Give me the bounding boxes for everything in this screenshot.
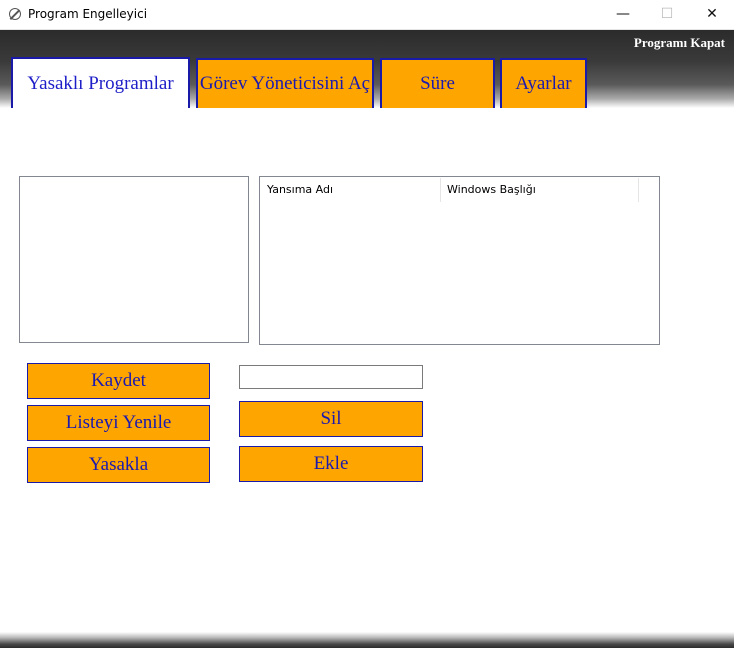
maximize-button[interactable]: ☐ (644, 0, 690, 29)
delete-button[interactable]: Sil (239, 401, 423, 437)
tab-open-task-manager[interactable]: Görev Yöneticisini Aç (196, 58, 374, 108)
title-bar: Program Engelleyici — ☐ ✕ (0, 0, 734, 30)
app-icon (9, 8, 21, 20)
tab-label: Görev Yöneticisini Aç (199, 73, 371, 94)
save-button[interactable]: Kaydet (27, 363, 210, 399)
tab-time[interactable]: Süre (380, 58, 495, 108)
column-header-reflection-name[interactable]: Yansıma Adı (261, 178, 441, 202)
bottom-strip (0, 632, 734, 648)
close-program-link[interactable]: Programı Kapat (634, 35, 725, 51)
tab-banned-programs[interactable]: Yasaklı Programlar (11, 57, 190, 108)
banned-programs-listbox[interactable] (19, 176, 249, 343)
column-header-window-title[interactable]: Windows Başlığı (441, 178, 639, 202)
ban-button[interactable]: Yasakla (27, 447, 210, 483)
tab-label: Süre (420, 73, 455, 94)
program-name-input[interactable] (239, 365, 423, 389)
add-button[interactable]: Ekle (239, 446, 423, 482)
process-listview[interactable]: Yansıma Adı Windows Başlığı (259, 176, 660, 345)
window-title: Program Engelleyici (28, 7, 148, 21)
minimize-button[interactable]: — (600, 0, 646, 29)
tab-label: Yasaklı Programlar (27, 72, 174, 94)
close-window-button[interactable]: ✕ (689, 0, 734, 29)
tab-settings[interactable]: Ayarlar (500, 58, 587, 108)
refresh-list-button[interactable]: Listeyi Yenile (27, 405, 210, 441)
tab-label: Ayarlar (515, 73, 572, 94)
